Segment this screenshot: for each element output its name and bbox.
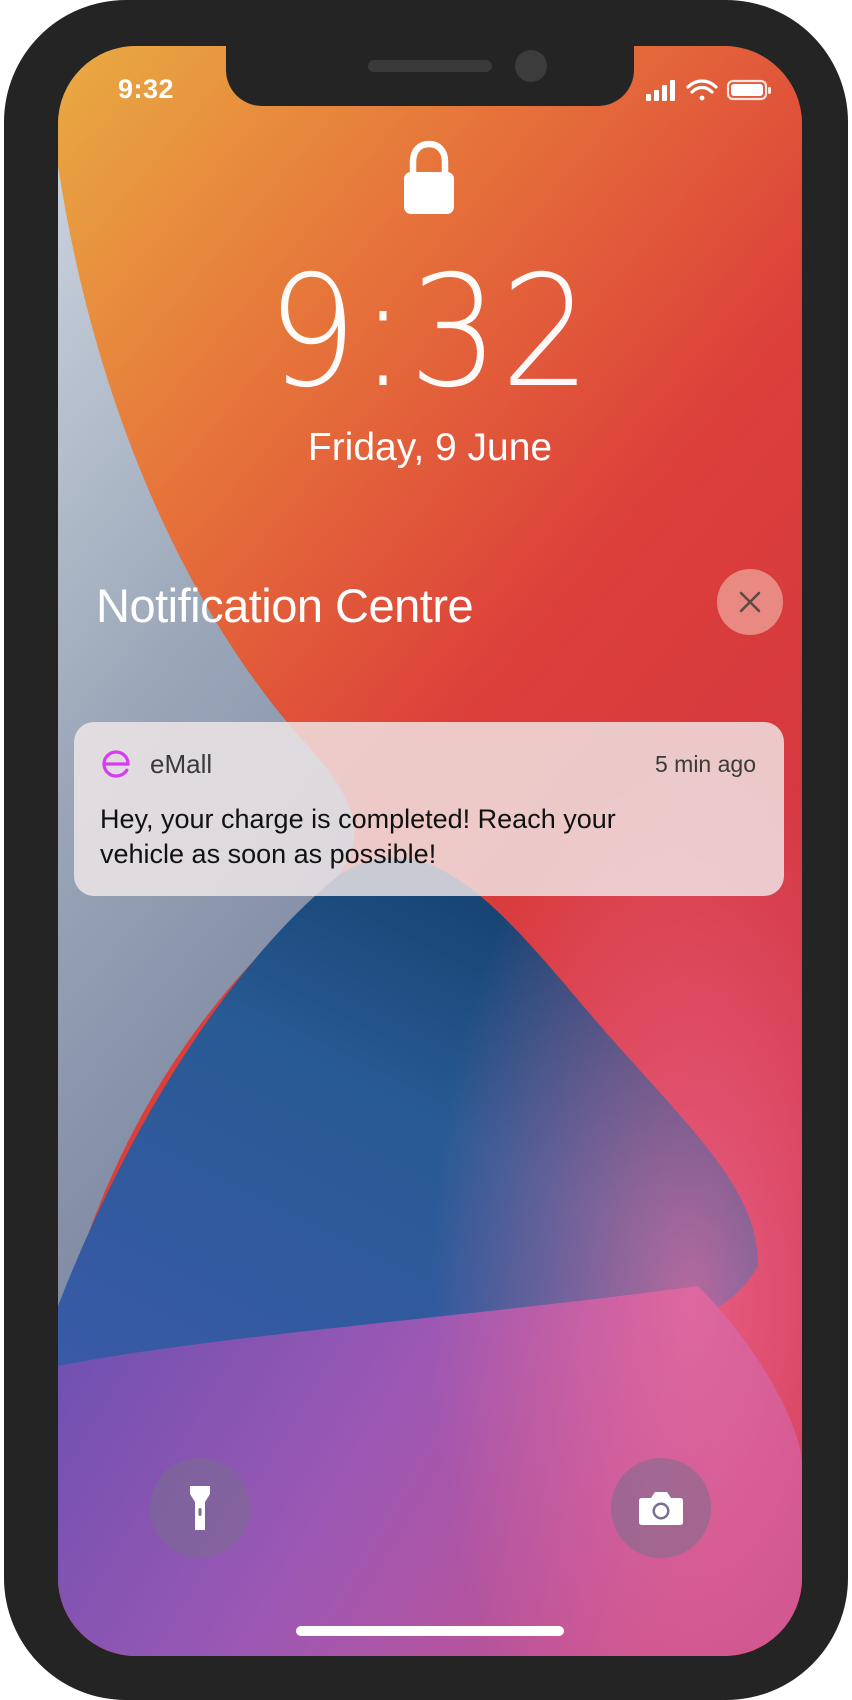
notification-app-name: eMall [150, 748, 213, 779]
lock-screen-clock: 9:32 [58, 256, 802, 410]
front-camera [515, 50, 547, 82]
lock-screen: 9:32 9:32 Friday, 9 June Notification Ce… [58, 46, 802, 1656]
notification-centre-title: Notification Centre [96, 579, 474, 632]
close-icon [739, 591, 761, 613]
earpiece-speaker [368, 60, 492, 72]
notification-card[interactable]: eMall 5 min ago Hey, your charge is comp… [74, 722, 784, 896]
notification-header: eMall 5 min ago [100, 744, 756, 784]
lock-screen-date: Friday, 9 June [307, 426, 553, 469]
home-indicator[interactable] [296, 1626, 564, 1636]
status-bar-icons [646, 78, 774, 102]
notification-time: 5 min ago [654, 750, 756, 777]
emall-app-icon [102, 750, 130, 778]
camera-icon [639, 1492, 683, 1525]
wifi-icon [686, 79, 718, 101]
silent-switch [4, 222, 14, 286]
camera-button[interactable] [611, 1458, 711, 1558]
cellular-signal-icon [646, 80, 675, 101]
flashlight-button[interactable] [150, 1458, 250, 1558]
clear-notifications-button[interactable] [717, 569, 783, 635]
volume-up-button [4, 348, 14, 466]
volume-down-button [4, 502, 14, 620]
clock-text: 9:32 [267, 243, 593, 422]
notification-message: Hey, your charge is completed! Reach you… [100, 804, 616, 869]
phone-frame: 9:32 9:32 Friday, 9 June Notification Ce… [4, 0, 848, 1700]
flashlight-icon [190, 1486, 210, 1530]
lock-icon [404, 140, 454, 214]
battery-icon [726, 79, 771, 101]
notch [226, 46, 634, 106]
status-bar-time: 9:32 [118, 74, 175, 104]
power-button [838, 388, 848, 576]
